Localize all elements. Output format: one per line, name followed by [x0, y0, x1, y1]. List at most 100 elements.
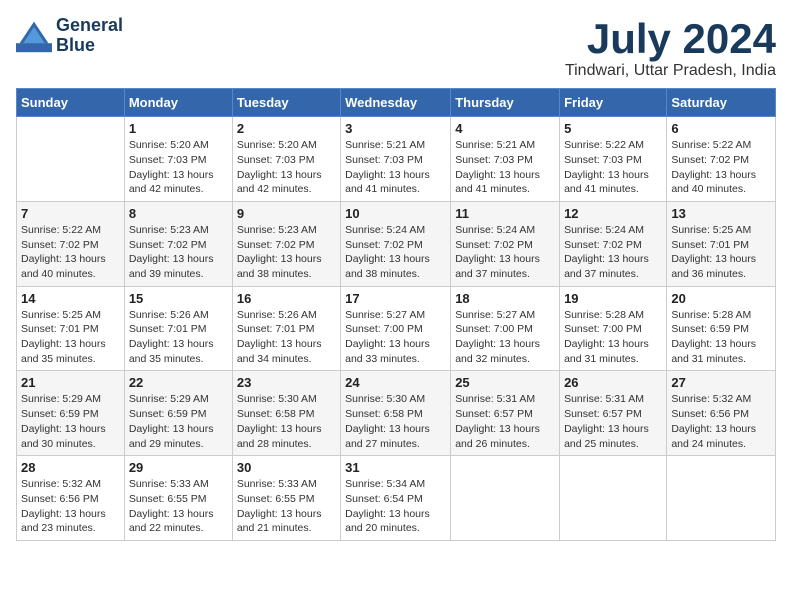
day-info: Sunrise: 5:21 AMSunset: 7:03 PMDaylight:… — [455, 138, 555, 197]
day-number: 14 — [21, 291, 120, 306]
day-info: Sunrise: 5:34 AMSunset: 6:54 PMDaylight:… — [345, 477, 446, 536]
calendar-cell: 26 Sunrise: 5:31 AMSunset: 6:57 PMDayligh… — [560, 371, 667, 456]
day-info: Sunrise: 5:33 AMSunset: 6:55 PMDaylight:… — [237, 477, 336, 536]
day-number: 20 — [671, 291, 771, 306]
day-number: 13 — [671, 206, 771, 221]
day-number: 18 — [455, 291, 555, 306]
calendar-cell: 28 Sunrise: 5:32 AMSunset: 6:56 PMDayligh… — [17, 456, 125, 541]
weekday-header-row: SundayMondayTuesdayWednesdayThursdayFrid… — [17, 89, 776, 117]
day-number: 26 — [564, 375, 662, 390]
calendar-cell: 23 Sunrise: 5:30 AMSunset: 6:58 PMDayligh… — [232, 371, 340, 456]
day-info: Sunrise: 5:22 AMSunset: 7:02 PMDaylight:… — [671, 138, 771, 197]
day-number: 2 — [237, 121, 336, 136]
day-number: 6 — [671, 121, 771, 136]
day-number: 7 — [21, 206, 120, 221]
calendar-cell: 6 Sunrise: 5:22 AMSunset: 7:02 PMDaylight… — [667, 117, 776, 202]
calendar-cell: 18 Sunrise: 5:27 AMSunset: 7:00 PMDayligh… — [451, 286, 560, 371]
calendar-cell: 11 Sunrise: 5:24 AMSunset: 7:02 PMDayligh… — [451, 201, 560, 286]
logo-text: General Blue — [56, 16, 123, 56]
title-area: July 2024 Tindwari, Uttar Pradesh, India — [565, 16, 776, 80]
calendar-week-row: 7 Sunrise: 5:22 AMSunset: 7:02 PMDaylight… — [17, 201, 776, 286]
month-title: July 2024 — [565, 16, 776, 62]
day-number: 19 — [564, 291, 662, 306]
calendar-week-row: 14Sunrise: 5:25 AMSunset: 7:01 PMDayligh… — [17, 286, 776, 371]
calendar-cell: 3 Sunrise: 5:21 AMSunset: 7:03 PMDaylight… — [341, 117, 451, 202]
day-info: Sunrise: 5:32 AMSunset: 6:56 PMDaylight:… — [671, 392, 771, 451]
day-info: Sunrise: 5:20 AMSunset: 7:03 PMDaylight:… — [129, 138, 228, 197]
day-info: Sunrise: 5:22 AMSunset: 7:02 PMDaylight:… — [21, 223, 120, 282]
day-number: 12 — [564, 206, 662, 221]
day-info: Sunrise: 5:24 AMSunset: 7:02 PMDaylight:… — [564, 223, 662, 282]
weekday-header: Friday — [560, 89, 667, 117]
calendar-cell: 29 Sunrise: 5:33 AMSunset: 6:55 PMDayligh… — [124, 456, 232, 541]
day-number: 23 — [237, 375, 336, 390]
day-info: Sunrise: 5:29 AMSunset: 6:59 PMDaylight:… — [21, 392, 120, 451]
header: General Blue July 2024 Tindwari, Uttar P… — [16, 16, 776, 80]
day-info: Sunrise: 5:23 AMSunset: 7:02 PMDaylight:… — [129, 223, 228, 282]
day-number: 25 — [455, 375, 555, 390]
calendar-cell: 20 Sunrise: 5:28 AMSunset: 6:59 PMDayligh… — [667, 286, 776, 371]
day-info: Sunrise: 5:32 AMSunset: 6:56 PMDaylight:… — [21, 477, 120, 536]
day-info: Sunrise: 5:31 AMSunset: 6:57 PMDaylight:… — [455, 392, 555, 451]
weekday-header: Sunday — [17, 89, 125, 117]
day-number: 22 — [129, 375, 228, 390]
day-number: 4 — [455, 121, 555, 136]
day-number: 11 — [455, 206, 555, 221]
day-info: Sunrise: 5:28 AMSunset: 7:00 PMDaylight:… — [564, 308, 662, 367]
weekday-header: Thursday — [451, 89, 560, 117]
calendar-cell: 27Sunrise: 5:32 AMSunset: 6:56 PMDayligh… — [667, 371, 776, 456]
day-info: Sunrise: 5:30 AMSunset: 6:58 PMDaylight:… — [345, 392, 446, 451]
day-info: Sunrise: 5:27 AMSunset: 7:00 PMDaylight:… — [345, 308, 446, 367]
calendar-cell: 5Sunrise: 5:22 AMSunset: 7:03 PMDaylight… — [560, 117, 667, 202]
day-info: Sunrise: 5:31 AMSunset: 6:57 PMDaylight:… — [564, 392, 662, 451]
day-info: Sunrise: 5:25 AMSunset: 7:01 PMDaylight:… — [671, 223, 771, 282]
calendar-cell: 31Sunrise: 5:34 AMSunset: 6:54 PMDayligh… — [341, 456, 451, 541]
day-number: 21 — [21, 375, 120, 390]
calendar-cell: 15 Sunrise: 5:26 AMSunset: 7:01 PMDayligh… — [124, 286, 232, 371]
day-number: 28 — [21, 460, 120, 475]
calendar-cell: 30 Sunrise: 5:33 AMSunset: 6:55 PMDayligh… — [232, 456, 340, 541]
calendar-cell: 1Sunrise: 5:20 AMSunset: 7:03 PMDaylight… — [124, 117, 232, 202]
calendar-cell — [667, 456, 776, 541]
calendar-cell: 2 Sunrise: 5:20 AMSunset: 7:03 PMDaylight… — [232, 117, 340, 202]
calendar-cell — [451, 456, 560, 541]
weekday-header: Monday — [124, 89, 232, 117]
calendar-cell: 7 Sunrise: 5:22 AMSunset: 7:02 PMDaylight… — [17, 201, 125, 286]
weekday-header: Wednesday — [341, 89, 451, 117]
day-info: Sunrise: 5:22 AMSunset: 7:03 PMDaylight:… — [564, 138, 662, 197]
day-info: Sunrise: 5:30 AMSunset: 6:58 PMDaylight:… — [237, 392, 336, 451]
day-info: Sunrise: 5:29 AMSunset: 6:59 PMDaylight:… — [129, 392, 228, 451]
calendar-cell: 4 Sunrise: 5:21 AMSunset: 7:03 PMDaylight… — [451, 117, 560, 202]
calendar-cell — [17, 117, 125, 202]
day-info: Sunrise: 5:24 AMSunset: 7:02 PMDaylight:… — [345, 223, 446, 282]
day-info: Sunrise: 5:33 AMSunset: 6:55 PMDaylight:… — [129, 477, 228, 536]
day-number: 29 — [129, 460, 228, 475]
calendar-cell: 17 Sunrise: 5:27 AMSunset: 7:00 PMDayligh… — [341, 286, 451, 371]
day-info: Sunrise: 5:26 AMSunset: 7:01 PMDaylight:… — [237, 308, 336, 367]
day-info: Sunrise: 5:21 AMSunset: 7:03 PMDaylight:… — [345, 138, 446, 197]
day-info: Sunrise: 5:28 AMSunset: 6:59 PMDaylight:… — [671, 308, 771, 367]
calendar-cell: 25 Sunrise: 5:31 AMSunset: 6:57 PMDayligh… — [451, 371, 560, 456]
day-number: 15 — [129, 291, 228, 306]
calendar-cell: 14Sunrise: 5:25 AMSunset: 7:01 PMDayligh… — [17, 286, 125, 371]
calendar-cell: 19 Sunrise: 5:28 AMSunset: 7:00 PMDayligh… — [560, 286, 667, 371]
day-info: Sunrise: 5:23 AMSunset: 7:02 PMDaylight:… — [237, 223, 336, 282]
calendar-cell: 10 Sunrise: 5:24 AMSunset: 7:02 PMDayligh… — [341, 201, 451, 286]
day-info: Sunrise: 5:20 AMSunset: 7:03 PMDaylight:… — [237, 138, 336, 197]
day-number: 30 — [237, 460, 336, 475]
day-info: Sunrise: 5:26 AMSunset: 7:01 PMDaylight:… — [129, 308, 228, 367]
location-title: Tindwari, Uttar Pradesh, India — [565, 62, 776, 80]
day-number: 3 — [345, 121, 446, 136]
day-number: 17 — [345, 291, 446, 306]
calendar-week-row: 21 Sunrise: 5:29 AMSunset: 6:59 PMDayligh… — [17, 371, 776, 456]
calendar-table: SundayMondayTuesdayWednesdayThursdayFrid… — [16, 88, 776, 541]
weekday-header: Tuesday — [232, 89, 340, 117]
day-number: 10 — [345, 206, 446, 221]
day-number: 8 — [129, 206, 228, 221]
day-info: Sunrise: 5:24 AMSunset: 7:02 PMDaylight:… — [455, 223, 555, 282]
logo: General Blue — [16, 16, 123, 56]
calendar-cell: 16Sunrise: 5:26 AMSunset: 7:01 PMDayligh… — [232, 286, 340, 371]
day-info: Sunrise: 5:27 AMSunset: 7:00 PMDaylight:… — [455, 308, 555, 367]
calendar-cell: 8 Sunrise: 5:23 AMSunset: 7:02 PMDaylight… — [124, 201, 232, 286]
calendar-cell: 21 Sunrise: 5:29 AMSunset: 6:59 PMDayligh… — [17, 371, 125, 456]
